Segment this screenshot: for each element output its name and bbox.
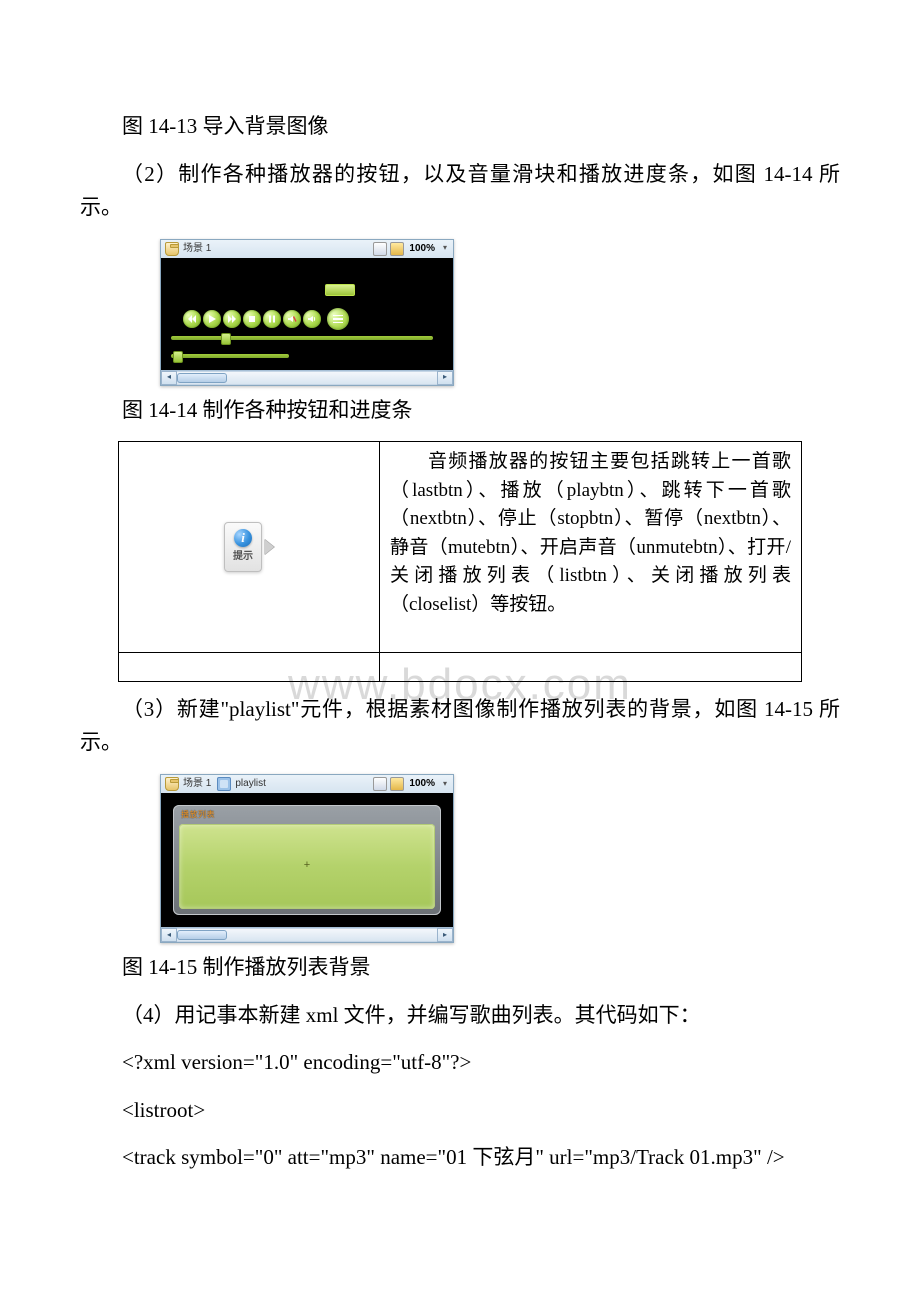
- info-icon: i: [234, 529, 252, 547]
- tool-icon-b[interactable]: [390, 777, 404, 791]
- fig-14-15: 场景 1 playlist 100% ▾ 播放列表 +: [160, 774, 840, 943]
- scroll-thumb[interactable]: [177, 373, 227, 383]
- play-button[interactable]: [203, 310, 221, 328]
- zoom-value[interactable]: 100%: [409, 241, 435, 257]
- tip-table: i 提示 音频播放器的按钮主要包括跳转上一首歌（lastbtn）、播放（play…: [118, 441, 802, 682]
- code-line-2: <listroot>: [80, 1094, 840, 1128]
- list-line-icon: [333, 315, 343, 317]
- flash-editor-window: 场景 1 100% ▾: [160, 239, 454, 386]
- editor-toolbar: 场景 1 100% ▾: [161, 240, 453, 258]
- scroll-left-icon[interactable]: ◂: [161, 928, 177, 942]
- toolbar-right: 100% ▾: [373, 241, 449, 257]
- tool-icon-a[interactable]: [373, 242, 387, 256]
- scene-crumb[interactable]: 场景 1: [183, 241, 211, 257]
- empty-cell: [119, 653, 380, 681]
- progress-slider[interactable]: [171, 336, 433, 340]
- symbol-icon: [217, 777, 231, 791]
- editor-toolbar: 场景 1 playlist 100% ▾: [161, 775, 453, 793]
- symbol-crumb[interactable]: playlist: [235, 776, 266, 792]
- stage-canvas: [161, 258, 453, 370]
- registration-mark-icon: +: [304, 858, 310, 876]
- zoom-dropdown-icon[interactable]: ▾: [441, 778, 449, 790]
- document-page: 图 14-13 导入背景图像 （2）制作各种播放器的按钮，以及音量滑块和播放进度…: [0, 0, 920, 1249]
- progress-thumb[interactable]: [221, 333, 231, 345]
- fig-14-14-caption: 图 14-14 制作各种按钮和进度条: [80, 394, 840, 428]
- scene-crumb[interactable]: 场景 1: [183, 776, 211, 792]
- tool-icon-b[interactable]: [390, 242, 404, 256]
- volume-slider[interactable]: [171, 354, 289, 358]
- list-line-icon: [333, 318, 343, 320]
- tip-badge: i 提示: [224, 522, 274, 572]
- stop-button[interactable]: [243, 310, 261, 328]
- h-scrollbar[interactable]: ◂ ▸: [161, 370, 453, 385]
- scene-icon: [165, 242, 179, 256]
- paragraph-step-2: （2）制作各种播放器的按钮，以及音量滑块和播放进度条，如图 14-14 所示。: [80, 158, 840, 225]
- scroll-left-icon[interactable]: ◂: [161, 371, 177, 385]
- tip-text: 音频播放器的按钮主要包括跳转上一首歌（lastbtn）、播放（playbtn）、…: [390, 448, 791, 619]
- scroll-right-icon[interactable]: ▸: [437, 371, 453, 385]
- volume-thumb[interactable]: [173, 351, 183, 363]
- paragraph-step-4: （4）用记事本新建 xml 文件，并编写歌曲列表。其代码如下：: [80, 999, 840, 1033]
- flash-editor-window-2: 场景 1 playlist 100% ▾ 播放列表 +: [160, 774, 454, 943]
- last-button[interactable]: [183, 310, 201, 328]
- empty-cell: [380, 653, 801, 681]
- playlist-title: 播放列表: [181, 809, 435, 822]
- player-controls: [183, 308, 349, 330]
- tip-empty-row: [119, 653, 801, 682]
- tip-badge-box: i 提示: [224, 522, 262, 572]
- display-box: [325, 284, 355, 296]
- paragraph-step-3: （3）新建"playlist"元件，根据素材图像制作播放列表的背景，如图 14-…: [80, 693, 840, 760]
- stage-canvas: 播放列表 +: [161, 793, 453, 927]
- scroll-thumb[interactable]: [177, 930, 227, 940]
- scroll-track[interactable]: [177, 928, 437, 942]
- toolbar-right: 100% ▾: [373, 776, 449, 792]
- list-line-icon: [333, 322, 343, 324]
- tool-icon-a[interactable]: [373, 777, 387, 791]
- next-button[interactable]: [223, 310, 241, 328]
- pause-button[interactable]: [263, 310, 281, 328]
- tip-arrow-icon: [264, 539, 274, 555]
- playlist-bg-outer: 播放列表 +: [173, 805, 441, 915]
- zoom-value[interactable]: 100%: [409, 776, 435, 792]
- playlist-bg-inner: +: [179, 824, 435, 909]
- list-button[interactable]: [327, 308, 349, 330]
- fig-14-13-caption: 图 14-13 导入背景图像: [80, 110, 840, 144]
- code-line-1: <?xml version="1.0" encoding="utf-8"?>: [80, 1046, 840, 1080]
- unmute-button[interactable]: [303, 310, 321, 328]
- scene-icon: [165, 777, 179, 791]
- fig-14-15-caption: 图 14-15 制作播放列表背景: [80, 951, 840, 985]
- fig-14-14: 场景 1 100% ▾: [160, 239, 840, 386]
- tip-label: 提示: [233, 549, 253, 565]
- scroll-right-icon[interactable]: ▸: [437, 928, 453, 942]
- zoom-dropdown-icon[interactable]: ▾: [441, 243, 449, 255]
- code-line-3: <track symbol="0" att="mp3" name="01 下弦月…: [80, 1141, 840, 1175]
- tip-row: i 提示 音频播放器的按钮主要包括跳转上一首歌（lastbtn）、播放（play…: [119, 442, 801, 653]
- tip-text-cell: 音频播放器的按钮主要包括跳转上一首歌（lastbtn）、播放（playbtn）、…: [380, 442, 801, 652]
- scroll-track[interactable]: [177, 371, 437, 385]
- tip-icon-cell: i 提示: [119, 442, 380, 652]
- h-scrollbar[interactable]: ◂ ▸: [161, 927, 453, 942]
- mute-button[interactable]: [283, 310, 301, 328]
